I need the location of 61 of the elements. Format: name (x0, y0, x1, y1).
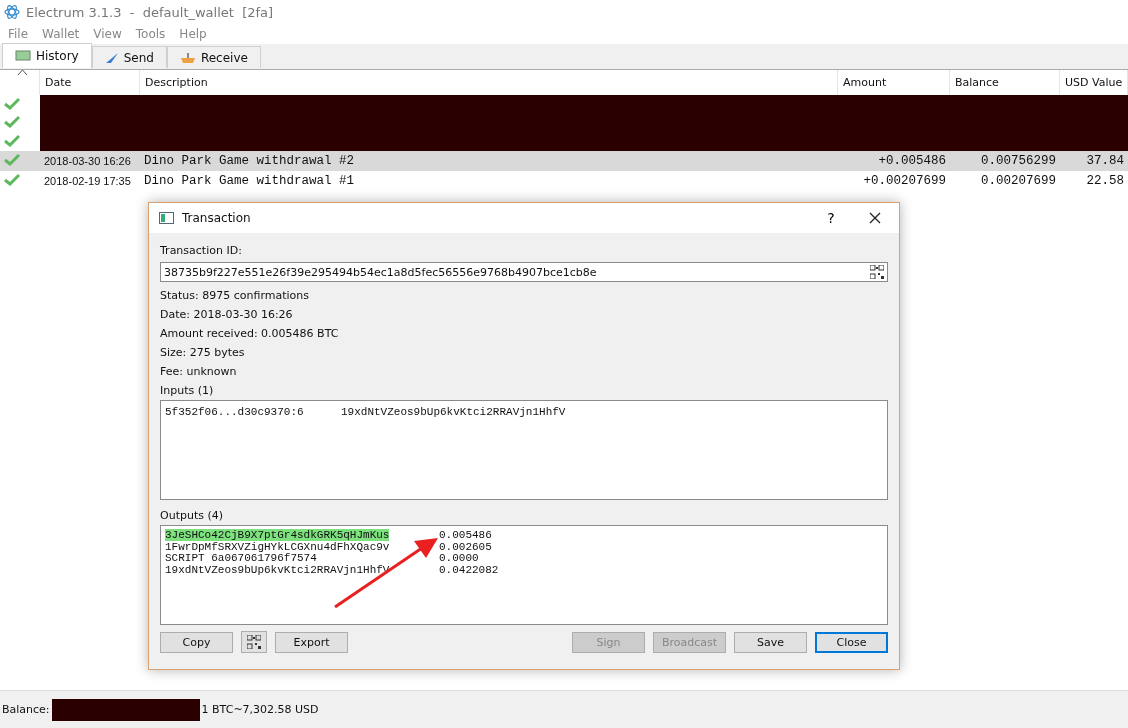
input-prevout: 5f352f06...d30c9370:6 (165, 407, 305, 419)
section-label: Outputs (4) (160, 508, 225, 524)
balance-label: Balance: (1, 703, 51, 716)
dialog-button[interactable]: Close (815, 631, 888, 653)
usd-value-cell-text: 22.58 (1085, 173, 1125, 188)
dialog-button[interactable]: Copy (160, 631, 233, 653)
window-icon (159, 212, 174, 224)
menu-item[interactable]: Tools (135, 27, 166, 41)
help-button[interactable]: ? (811, 209, 851, 227)
inbox-icon (179, 51, 196, 64)
output-amount: 0.0000 (439, 553, 479, 565)
usd-value-cell-text: 37.84 (1085, 153, 1125, 168)
detail-text: Status: 8975 confirmations (160, 288, 310, 304)
tab[interactable]: History (2, 43, 92, 68)
output-amount: 0.0422082 (439, 564, 499, 576)
balance-cell-text: 0.00756299 (980, 153, 1057, 168)
check-icon (4, 153, 20, 166)
description-cell-text: Dino Park Game withdrawal #1 (143, 173, 356, 188)
output-address: SCRIPT 6a067061796f7574 (165, 552, 317, 564)
dialog-title: Transaction (182, 211, 252, 225)
atom-logo-icon (4, 4, 20, 20)
amount-cell-text: +0.00207699 (862, 173, 947, 188)
qr-code-icon (247, 635, 261, 649)
window-title: Electrum 3.1.3 - default_wallet [2fa] (26, 4, 274, 20)
qr-code-icon (870, 265, 884, 279)
check-icon (4, 115, 20, 129)
field-label: Transaction ID: (160, 243, 243, 259)
paper-plane-icon (104, 51, 119, 64)
transaction-id-field[interactable]: 38735b9f227e551e26f39e295494b54ec1a8d5fec56556e9768b4907bce1cb8e (160, 262, 888, 282)
detail-text: Fee: unknown (160, 364, 238, 380)
check-icon (4, 133, 20, 147)
detail-text: Date: 2018-03-30 16:26 (160, 307, 294, 323)
input-address: 19xdNtVZeos9bUp6kvKtci2RRAVjn1HhfV (341, 407, 566, 419)
dialog-button[interactable]: Save (734, 631, 807, 653)
output-address: 19xdNtVZeos9bUp6kvKtci2RRAVjn1HhfV (165, 563, 390, 576)
menu-item[interactable]: Wallet (42, 27, 80, 41)
date-cell-text: 2018-02-19 17:35 (43, 174, 132, 187)
menu-item[interactable]: View (93, 27, 122, 41)
menu-item[interactable]: Help (179, 27, 207, 41)
balance-cell-text: 0.00207699 (980, 173, 1057, 188)
date-cell-text: 2018-03-30 16:26 (43, 154, 132, 167)
qr-code-button[interactable] (241, 631, 267, 653)
detail-text: Amount received: 0.005486 BTC (160, 326, 340, 342)
amount-cell-text: +0.005486 (877, 153, 947, 168)
check-icon (4, 96, 20, 110)
check-icon (4, 173, 20, 186)
menu-item[interactable]: File (8, 27, 29, 41)
close-icon[interactable] (869, 212, 881, 224)
output-amount: 0.002605 (439, 541, 492, 553)
section-label: Inputs (1) (160, 383, 215, 399)
detail-text: Size: 275 bytes (160, 345, 246, 361)
description-cell-text: Dino Park Game withdrawal #2 (143, 153, 356, 168)
tab[interactable]: Receive (166, 46, 261, 68)
output-address: 1FwrDpMfSRXVZigHYkLCGXnu4dFhXQac9v (165, 540, 390, 553)
dialog-button[interactable]: Export (275, 631, 348, 653)
output-address: 3JeSHCo42CjB9X7ptGr4sdkGRK5qHJmKus (165, 529, 390, 541)
exchange-rate: 1 BTC~7,302.58 USD (200, 703, 320, 716)
history-row[interactable]: 2018-03-30 16:26 Dino Park Game withdrawal #2 +0.005486 0.00756299 37.84 (0, 150, 1128, 171)
sort-caret-icon[interactable] (17, 70, 27, 75)
output-amount: 0.005486 (439, 530, 492, 542)
tab[interactable]: Send (91, 46, 167, 68)
